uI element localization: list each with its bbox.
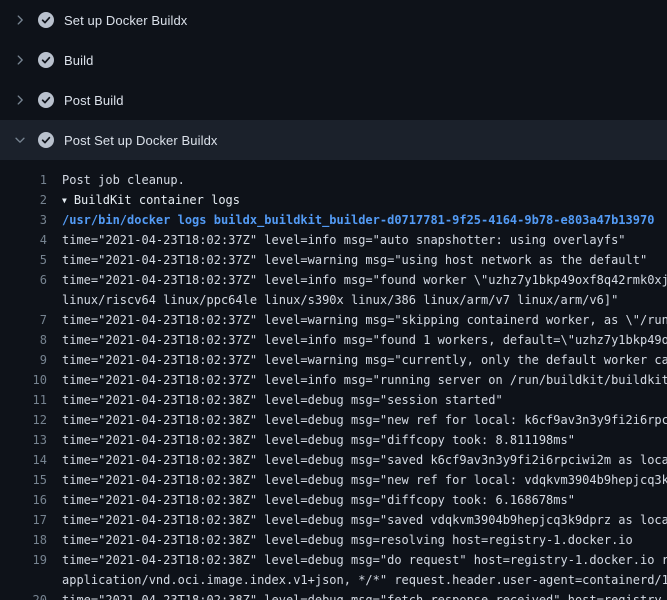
log-text: time="2021-04-23T18:02:38Z" level=debug … [47, 550, 667, 570]
log-group-label: BuildKit container logs [74, 193, 240, 207]
line-number[interactable]: 15 [0, 470, 47, 490]
chevron-right-icon [12, 52, 28, 68]
line-number [0, 570, 47, 590]
log-text: time="2021-04-23T18:02:38Z" level=debug … [47, 430, 575, 450]
log-line: 16time="2021-04-23T18:02:38Z" level=debu… [0, 490, 667, 510]
line-number[interactable]: 9 [0, 350, 47, 370]
line-number[interactable]: 13 [0, 430, 47, 450]
line-number[interactable]: 3 [0, 210, 47, 230]
log-line: 12time="2021-04-23T18:02:38Z" level=debu… [0, 410, 667, 430]
step-header-post-build[interactable]: Post Build [0, 80, 667, 120]
line-number[interactable]: 10 [0, 370, 47, 390]
line-number[interactable]: 4 [0, 230, 47, 250]
log-text: time="2021-04-23T18:02:37Z" level=info m… [47, 370, 667, 390]
step-header-set-up-docker-buildx[interactable]: Set up Docker Buildx [0, 0, 667, 40]
log-text: time="2021-04-23T18:02:38Z" level=debug … [47, 510, 667, 530]
line-number[interactable]: 18 [0, 530, 47, 550]
line-number[interactable]: 12 [0, 410, 47, 430]
log-text: time="2021-04-23T18:02:37Z" level=warnin… [47, 250, 647, 270]
log-text: time="2021-04-23T18:02:37Z" level=warnin… [47, 350, 667, 370]
actions-log-viewer: Set up Docker Buildx Build Post Build Post … [0, 0, 667, 600]
log-line: 18time="2021-04-23T18:02:38Z" level=debu… [0, 530, 667, 550]
step-title: Set up Docker Buildx [64, 13, 187, 28]
log-text: time="2021-04-23T18:02:37Z" level=warnin… [47, 310, 667, 330]
log-text: time="2021-04-23T18:02:38Z" level=debug … [47, 530, 633, 550]
log-text: time="2021-04-23T18:02:38Z" level=debug … [47, 470, 667, 490]
log-text: time="2021-04-23T18:02:37Z" level=info m… [47, 230, 626, 250]
log-text: time="2021-04-23T18:02:38Z" level=debug … [47, 490, 575, 510]
log-line: 20time="2021-04-23T18:02:38Z" level=debu… [0, 590, 667, 600]
log-text: linux/riscv64 linux/ppc64le linux/s390x … [47, 290, 618, 310]
log-line: 5time="2021-04-23T18:02:37Z" level=warni… [0, 250, 667, 270]
line-number[interactable]: 20 [0, 590, 47, 600]
line-number [0, 290, 47, 310]
log-area: 1Post job cleanup.2 ▼ BuildKit container l… [0, 160, 667, 600]
line-number[interactable]: 6 [0, 270, 47, 290]
success-check-icon [38, 12, 54, 28]
step-header-post-set-up-docker-buildx[interactable]: Post Set up Docker Buildx [0, 120, 667, 160]
log-line: 9time="2021-04-23T18:02:37Z" level=warni… [0, 350, 667, 370]
log-text: time="2021-04-23T18:02:38Z" level=debug … [47, 390, 503, 410]
log-text: time="2021-04-23T18:02:37Z" level=info m… [47, 330, 667, 350]
success-check-icon [38, 52, 54, 68]
log-line: 10time="2021-04-23T18:02:37Z" level=info… [0, 370, 667, 390]
log-line: 17time="2021-04-23T18:02:38Z" level=debu… [0, 510, 667, 530]
log-text: time="2021-04-23T18:02:38Z" level=debug … [47, 450, 667, 470]
log-text: time="2021-04-23T18:02:38Z" level=debug … [47, 410, 667, 430]
log-line-continuation: linux/riscv64 linux/ppc64le linux/s390x … [0, 290, 667, 310]
chevron-right-icon [12, 92, 28, 108]
success-check-icon [38, 92, 54, 108]
line-number[interactable]: 17 [0, 510, 47, 530]
log-line: 15time="2021-04-23T18:02:38Z" level=debu… [0, 470, 667, 490]
log-text[interactable]: ▼ BuildKit container logs [47, 190, 240, 210]
line-number[interactable]: 11 [0, 390, 47, 410]
log-line-continuation: application/vnd.oci.image.index.v1+json,… [0, 570, 667, 590]
line-number[interactable]: 7 [0, 310, 47, 330]
log-command-text: /usr/bin/docker logs buildx_buildkit_bui… [47, 210, 654, 230]
log-text: Post job cleanup. [47, 170, 185, 190]
chevron-down-icon [12, 132, 28, 148]
log-line: 14time="2021-04-23T18:02:38Z" level=debu… [0, 450, 667, 470]
step-title: Build [64, 53, 93, 68]
step-header-build[interactable]: Build [0, 40, 667, 80]
line-number[interactable]: 8 [0, 330, 47, 350]
step-title: Post Set up Docker Buildx [64, 133, 218, 148]
success-check-icon [38, 132, 54, 148]
line-number[interactable]: 5 [0, 250, 47, 270]
log-line: 8time="2021-04-23T18:02:37Z" level=info … [0, 330, 667, 350]
chevron-right-icon [12, 12, 28, 28]
log-line: 7time="2021-04-23T18:02:37Z" level=warni… [0, 310, 667, 330]
line-number[interactable]: 1 [0, 170, 47, 190]
log-text: time="2021-04-23T18:02:38Z" level=debug … [47, 590, 667, 600]
line-number[interactable]: 19 [0, 550, 47, 570]
log-line: 11time="2021-04-23T18:02:38Z" level=debu… [0, 390, 667, 410]
triangle-down-icon: ▼ [62, 191, 67, 211]
log-line: 1Post job cleanup. [0, 170, 667, 190]
log-command-row: 3/usr/bin/docker logs buildx_buildkit_bu… [0, 210, 667, 230]
log-line: 19time="2021-04-23T18:02:38Z" level=debu… [0, 550, 667, 570]
step-title: Post Build [64, 93, 124, 108]
log-line: 4time="2021-04-23T18:02:37Z" level=info … [0, 230, 667, 250]
line-number[interactable]: 16 [0, 490, 47, 510]
log-text: application/vnd.oci.image.index.v1+json,… [47, 570, 667, 590]
log-text: time="2021-04-23T18:02:37Z" level=info m… [47, 270, 667, 290]
line-number[interactable]: 2 [0, 190, 47, 210]
log-line: 6time="2021-04-23T18:02:37Z" level=info … [0, 270, 667, 290]
log-line: 13time="2021-04-23T18:02:38Z" level=debu… [0, 430, 667, 450]
log-group-row: 2 ▼ BuildKit container logs [0, 190, 667, 210]
line-number[interactable]: 14 [0, 450, 47, 470]
step-list: Set up Docker Buildx Build Post Build Post … [0, 0, 667, 160]
